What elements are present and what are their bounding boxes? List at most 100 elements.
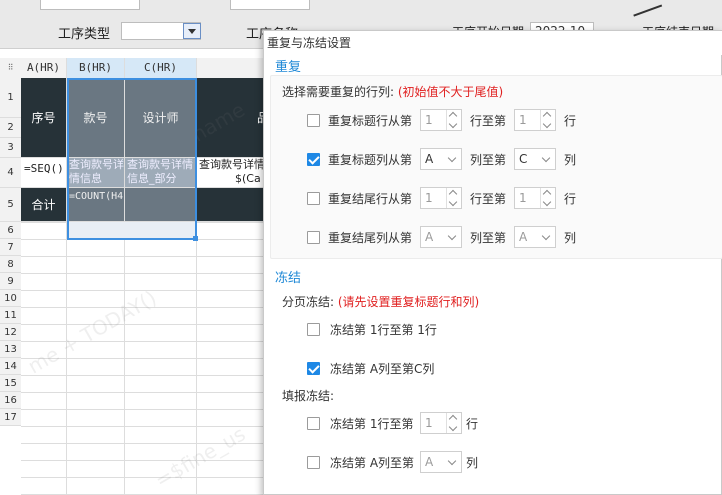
repeat-footer-row-from-value: 1 — [425, 191, 433, 205]
row-header-6[interactable]: 6 — [0, 222, 21, 239]
repeat-title-row-checkbox[interactable] — [307, 114, 320, 127]
repeat-title-col-mid: 列至第 — [470, 153, 507, 167]
stepper-down-icon[interactable] — [448, 119, 458, 129]
repeat-title-col-to-value: C — [519, 152, 528, 166]
selection-handle[interactable] — [193, 236, 198, 241]
cell-formula-product-line2: $(Ca — [235, 172, 261, 185]
repeat-title-row-mid: 行至第 — [470, 114, 507, 128]
stepper-down-icon[interactable] — [448, 422, 458, 432]
cell-row6-selected[interactable] — [67, 222, 197, 239]
fill-freeze-col-checkbox[interactable] — [307, 456, 320, 469]
repeat-title-col-end: 列 — [564, 153, 577, 167]
row-header-8[interactable]: 8 — [0, 256, 21, 273]
row-header-15[interactable]: 15 — [0, 375, 21, 392]
cell-header-style-no[interactable]: 款号 — [67, 78, 125, 158]
page-freeze-prompt-text: 分页冻结: — [282, 295, 335, 309]
chevron-down-icon — [447, 153, 457, 163]
repeat-title-col-checkbox[interactable] — [307, 153, 320, 166]
stepper-down-icon[interactable] — [448, 197, 458, 207]
process-type-dropdown-icon[interactable] — [183, 23, 201, 39]
cell-total-label[interactable]: 合计 — [21, 188, 67, 222]
page-freeze-prompt: 分页冻结: (请先设置重复标题行和列) — [282, 293, 479, 310]
row-header-12[interactable]: 12 — [0, 324, 21, 341]
repeat-prompt: 选择需要重复的行列: (初始值不大于尾值) — [282, 83, 503, 100]
fill-freeze-col-end: 列 — [466, 456, 479, 470]
page-freeze-col-label: 冻结第 A列至第C列 — [330, 362, 435, 376]
top-field-1[interactable] — [40, 0, 140, 10]
cell-total-product[interactable] — [197, 188, 270, 222]
repeat-footer-row-label: 重复结尾行从第 — [328, 192, 413, 206]
chevron-down-icon — [541, 153, 551, 163]
chevron-down-icon — [447, 456, 457, 466]
repeat-footer-row-checkbox[interactable] — [307, 192, 320, 205]
dialog-title: 重复与冻结设置 — [264, 31, 722, 55]
repeat-title-row-to-value: 1 — [519, 113, 527, 127]
row-header-17[interactable]: 17 — [0, 409, 21, 426]
top-field-2[interactable] — [230, 0, 310, 10]
column-header-a[interactable]: A(HR) — [21, 58, 67, 78]
page-freeze-hint: (请先设置重复标题行和列) — [337, 295, 480, 309]
cell-formula-style-detail[interactable]: 查询款号详情信息 — [67, 158, 125, 188]
column-header-b[interactable]: B(HR) — [67, 58, 125, 78]
page-freeze-row-checkbox[interactable] — [307, 323, 320, 336]
row-header-10[interactable]: 10 — [0, 290, 21, 307]
repeat-title-col-from-value: A — [425, 152, 434, 166]
stepper-down-icon[interactable] — [542, 119, 552, 129]
row-header-5[interactable]: 5 — [0, 188, 21, 222]
row-header-14[interactable]: 14 — [0, 358, 21, 375]
select-all-corner[interactable]: ⠿ — [0, 58, 21, 78]
freeze-section-title: 冻结 — [275, 271, 302, 286]
repeat-title-row-from-stepper[interactable]: 1 — [420, 109, 462, 131]
repeat-footer-col-mid: 列至第 — [470, 231, 507, 245]
repeat-footer-col-to-select[interactable]: A — [514, 226, 556, 248]
row-header-2[interactable]: 2 — [0, 118, 21, 138]
repeat-title-col-from-select[interactable]: A — [420, 148, 462, 170]
fill-freeze-row-value: 1 — [425, 416, 433, 430]
fill-freeze-prompt: 填报冻结: — [282, 389, 335, 403]
page-freeze-col-checkbox[interactable] — [307, 362, 320, 375]
chevron-down-icon — [447, 231, 457, 241]
row-header-16[interactable]: 16 — [0, 392, 21, 409]
cell-header-seq[interactable]: 序号 — [21, 78, 67, 158]
repeat-footer-col-from-select[interactable]: A — [420, 226, 462, 248]
repeat-hint: (初始值不大于尾值) — [397, 85, 504, 99]
repeat-section-title: 重复 — [275, 60, 302, 75]
row-header-7[interactable]: 7 — [0, 239, 21, 256]
column-header-c[interactable]: C(HR) — [125, 58, 197, 78]
fill-freeze-col-label: 冻结第 A列至第 — [330, 456, 415, 470]
pen-icon — [627, 0, 663, 17]
row-header-3[interactable]: 3 — [0, 138, 21, 158]
repeat-prompt-text: 选择需要重复的行列: — [282, 85, 395, 99]
cell-formula-product-detail[interactable]: 查询款号详情 $(Ca — [197, 158, 270, 188]
repeat-footer-row-to-stepper[interactable]: 1 — [514, 187, 556, 209]
column-header-d[interactable] — [197, 58, 270, 78]
repeat-title-col-to-select[interactable]: C — [514, 148, 556, 170]
repeat-title-col-label: 重复标题列从第 — [328, 153, 413, 167]
stepper-down-icon[interactable] — [542, 197, 552, 207]
cell-total-count[interactable]: =COUNT(H4) — [67, 188, 125, 222]
repeat-title-row-to-stepper[interactable]: 1 — [514, 109, 556, 131]
fill-freeze-row-stepper[interactable]: 1 — [420, 412, 462, 434]
repeat-footer-col-checkbox[interactable] — [307, 231, 320, 244]
repeat-footer-col-label: 重复结尾列从第 — [328, 231, 413, 245]
cell-formula-product-line1: 查询款号详情 — [199, 158, 265, 171]
cell-header-designer[interactable]: 设计师 — [125, 78, 197, 158]
row-header-4[interactable]: 4 — [0, 158, 21, 188]
repeat-footer-row-mid: 行至第 — [470, 192, 507, 206]
row-header-13[interactable]: 13 — [0, 341, 21, 358]
fill-freeze-row-label: 冻结第 1行至第 — [330, 417, 414, 431]
fill-freeze-row-checkbox[interactable] — [307, 417, 320, 430]
cell-formula-designer-detail[interactable]: 查询款号详情信息_部分 — [125, 158, 197, 188]
fill-freeze-col-select[interactable]: A — [420, 451, 462, 473]
row-header-1[interactable]: 1 — [0, 78, 21, 118]
repeat-footer-row-from-stepper[interactable]: 1 — [420, 187, 462, 209]
repeat-footer-col-from-value: A — [425, 230, 434, 244]
cell-total-designer[interactable] — [125, 188, 197, 222]
repeat-freeze-dialog: 重复与冻结设置 重复 选择需要重复的行列: (初始值不大于尾值) 重复标题行从第… — [263, 30, 722, 495]
repeat-footer-col-end: 列 — [564, 231, 577, 245]
repeat-footer-row-to-value: 1 — [519, 191, 527, 205]
row-header-11[interactable]: 11 — [0, 307, 21, 324]
fill-freeze-row-end: 行 — [466, 417, 479, 431]
cell-formula-seq[interactable]: =SEQ() — [21, 158, 67, 188]
row-header-9[interactable]: 9 — [0, 273, 21, 290]
